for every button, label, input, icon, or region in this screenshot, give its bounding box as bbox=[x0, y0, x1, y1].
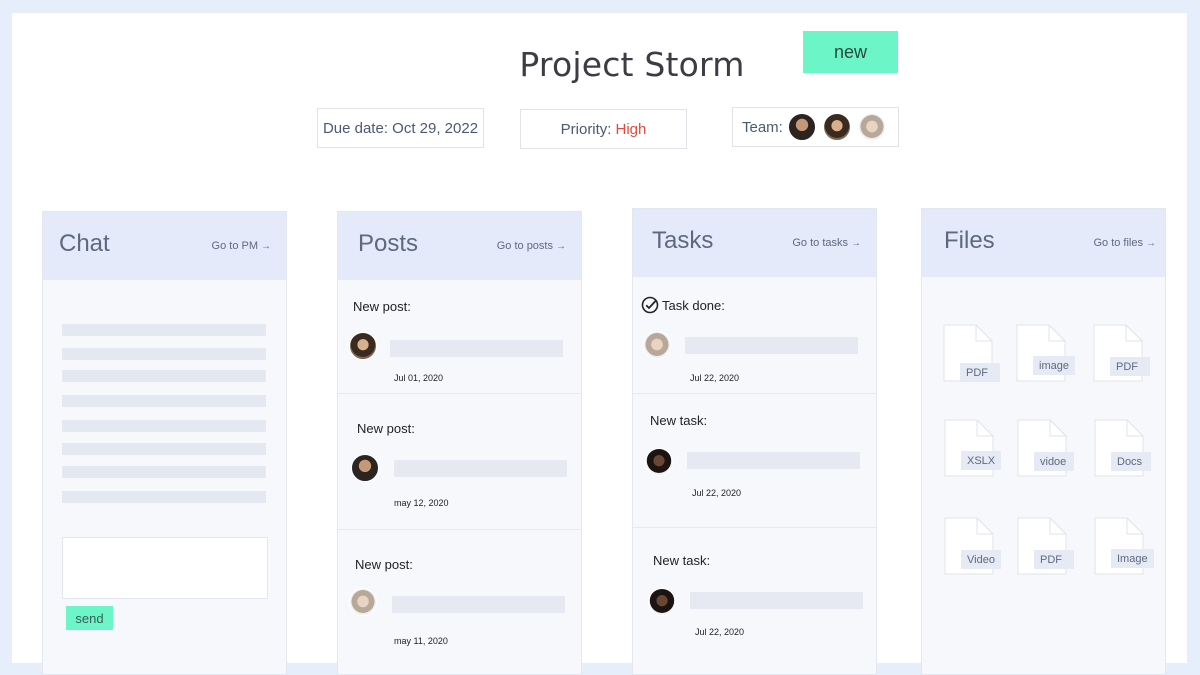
task-item[interactable]: New task: Jul 22, 2020 bbox=[633, 528, 876, 675]
arrow-right-icon: → bbox=[851, 238, 861, 249]
file-item[interactable]: image bbox=[1016, 324, 1075, 382]
file-type-label: Image bbox=[1111, 549, 1154, 568]
posts-panel-header: Posts Go to posts → bbox=[338, 212, 581, 280]
task-item[interactable]: Task done: Jul 22, 2020 bbox=[633, 277, 876, 394]
file-item[interactable]: vidoe bbox=[1017, 419, 1074, 477]
priority-box: Priority: High bbox=[520, 109, 687, 149]
avatar bbox=[645, 448, 673, 476]
file-type-label: XSLX bbox=[961, 451, 1002, 470]
due-date-text: Due date: Oct 29, 2022 bbox=[322, 119, 479, 137]
post-item[interactable]: New post: may 11, 2020 bbox=[338, 530, 581, 675]
task-item[interactable]: New task: Jul 22, 2020 bbox=[633, 394, 876, 528]
post-item[interactable]: New post: Jul 01, 2020 bbox=[338, 280, 581, 394]
page-title: Project Storm bbox=[519, 45, 745, 84]
go-to-pm-link[interactable]: Go to PM → bbox=[212, 240, 271, 252]
chat-message-placeholder bbox=[62, 420, 266, 432]
chat-message-placeholder bbox=[62, 443, 266, 455]
chat-message-input[interactable] bbox=[62, 537, 268, 599]
post-preview-placeholder bbox=[394, 460, 567, 477]
files-panel-header: Files Go to files → bbox=[922, 209, 1165, 277]
file-type-label: image bbox=[1033, 356, 1075, 375]
new-button[interactable]: new bbox=[803, 31, 898, 73]
file-item[interactable]: Image bbox=[1094, 517, 1154, 575]
tasks-title: Tasks bbox=[652, 227, 714, 254]
team-box: Team: bbox=[732, 107, 899, 147]
go-to-posts-link[interactable]: Go to posts → bbox=[497, 240, 566, 252]
task-preview-placeholder bbox=[690, 592, 863, 609]
task-date: Jul 22, 2020 bbox=[692, 488, 742, 498]
task-date: Jul 22, 2020 bbox=[695, 627, 745, 637]
go-to-files-label: Go to files bbox=[1093, 237, 1143, 249]
post-date: may 12, 2020 bbox=[394, 498, 449, 508]
chat-message-placeholder bbox=[62, 324, 266, 336]
post-label: New post: bbox=[355, 557, 413, 572]
go-to-posts-label: Go to posts bbox=[496, 240, 553, 252]
arrow-right-icon: → bbox=[556, 241, 566, 252]
due-date-box: Due date: Oct 29, 2022 bbox=[317, 108, 484, 148]
chat-title: Chat bbox=[59, 230, 110, 257]
file-type-label: PDF bbox=[1110, 357, 1150, 376]
chat-panel-header: Chat Go to PM → bbox=[43, 212, 286, 280]
go-to-tasks-label: Go to tasks bbox=[792, 237, 848, 249]
chat-message-placeholder bbox=[62, 348, 266, 360]
avatar[interactable] bbox=[787, 113, 816, 141]
avatar bbox=[648, 588, 676, 616]
avatar bbox=[351, 454, 379, 482]
avatar[interactable] bbox=[822, 113, 851, 141]
check-circle-icon bbox=[641, 296, 659, 317]
file-item[interactable]: PDF bbox=[1093, 324, 1150, 382]
task-label: New task: bbox=[653, 553, 711, 568]
avatar[interactable] bbox=[857, 113, 886, 141]
file-type-label: vidoe bbox=[1034, 452, 1074, 471]
post-item[interactable]: New post: may 12, 2020 bbox=[338, 394, 581, 530]
chat-message-placeholder bbox=[62, 370, 266, 382]
tasks-panel-header: Tasks Go to tasks → bbox=[633, 209, 876, 277]
avatar bbox=[349, 588, 377, 616]
file-item[interactable]: PDF bbox=[1017, 517, 1074, 575]
tasks-panel: Tasks Go to tasks → Task done: Jul 22, 20… bbox=[632, 208, 877, 675]
file-item[interactable]: Video bbox=[944, 517, 1001, 575]
go-to-files-link[interactable]: Go to files → bbox=[1093, 237, 1156, 249]
task-preview-placeholder bbox=[685, 337, 858, 354]
task-label: Task done: bbox=[662, 297, 725, 313]
post-label: New post: bbox=[353, 299, 411, 314]
file-item[interactable]: Docs bbox=[1094, 419, 1151, 477]
chat-message-placeholder bbox=[62, 491, 266, 503]
file-type-label: PDF bbox=[1034, 550, 1074, 569]
avatar bbox=[643, 331, 671, 359]
task-label-row: Task done: bbox=[641, 296, 725, 317]
avatar bbox=[349, 332, 377, 360]
chat-panel: Chat Go to PM → send bbox=[42, 211, 287, 675]
arrow-right-icon: → bbox=[1146, 238, 1156, 249]
priority-value: High bbox=[615, 120, 647, 138]
arrow-right-icon: → bbox=[261, 241, 271, 252]
posts-panel: Posts Go to posts → New post: Jul 01, 202… bbox=[337, 211, 582, 675]
go-to-pm-label: Go to PM bbox=[211, 240, 258, 252]
post-date: may 11, 2020 bbox=[394, 636, 448, 646]
task-date: Jul 22, 2020 bbox=[690, 373, 740, 383]
post-preview-placeholder bbox=[390, 340, 563, 357]
posts-title: Posts bbox=[358, 230, 419, 257]
post-date: Jul 01, 2020 bbox=[394, 373, 444, 383]
post-label: New post: bbox=[357, 421, 415, 436]
team-avatars bbox=[787, 113, 886, 141]
files-title: Files bbox=[944, 227, 995, 254]
file-item[interactable]: XSLX bbox=[944, 419, 1002, 477]
chat-message-placeholder bbox=[62, 466, 266, 478]
post-preview-placeholder bbox=[392, 596, 565, 613]
file-type-label: Video bbox=[961, 550, 1001, 569]
file-item[interactable]: PDF bbox=[943, 324, 1000, 382]
task-label: New task: bbox=[650, 413, 708, 428]
go-to-tasks-link[interactable]: Go to tasks → bbox=[792, 237, 861, 249]
files-panel: Files Go to files → PDF image PDF XSLX vidoe D… bbox=[921, 208, 1166, 675]
file-type-label: Docs bbox=[1111, 452, 1151, 471]
task-preview-placeholder bbox=[687, 452, 860, 469]
send-button[interactable]: send bbox=[66, 606, 113, 630]
file-type-label: PDF bbox=[960, 363, 1000, 382]
priority-label: Priority: bbox=[560, 120, 612, 138]
chat-message-placeholder bbox=[62, 395, 266, 407]
team-label: Team: bbox=[742, 118, 783, 136]
